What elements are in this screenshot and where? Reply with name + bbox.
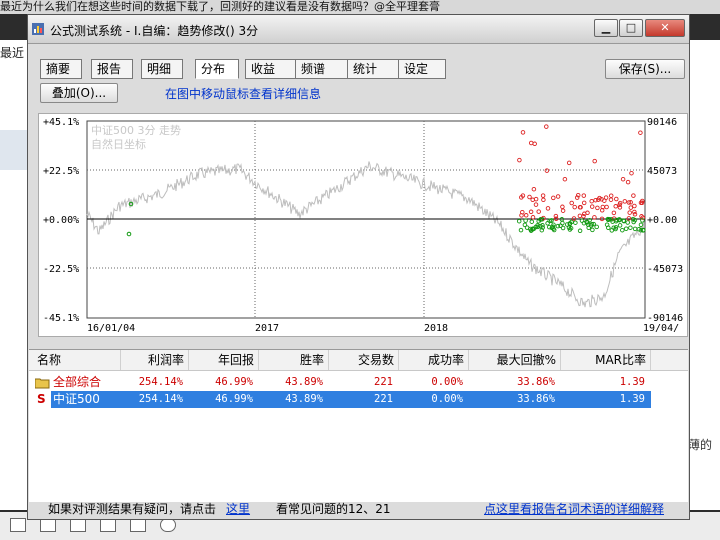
tab-returns[interactable]: 收益 [245, 59, 299, 79]
cell-max-drawdown: 33.86% [517, 376, 555, 388]
tab-distribution[interactable]: 分布 [195, 59, 239, 79]
maximize-button[interactable]: □ [619, 19, 643, 37]
distribution-chart[interactable]: 中证500 3分 走势 自然日坐标 +45.1% +22.5% +0.00% -… [38, 113, 688, 337]
chart-svg: 中证500 3分 走势 自然日坐标 +45.1% +22.5% +0.00% -… [43, 117, 683, 334]
cell-mar-ratio: 1.39 [619, 376, 645, 388]
chart-hint-text: 在图中移动鼠标查看详细信息 [165, 87, 322, 101]
y-left-tick: +0.00% [43, 215, 79, 226]
col-profit-rate[interactable]: 利润率 [121, 350, 189, 370]
window-title: 公式测试系统 - I.自编：趋势修改() 3分 [50, 24, 259, 38]
y-right-tick: 45073 [647, 166, 677, 177]
row-name: 中证500 [53, 392, 100, 406]
tab-settings[interactable]: 设定 [398, 59, 446, 79]
tab-report[interactable]: 报告 [91, 59, 133, 79]
col-max-drawdown[interactable]: 最大回撤% [469, 350, 561, 370]
cell-mar-ratio: 1.39 [619, 393, 645, 405]
col-annual-return[interactable]: 年回报 [189, 350, 259, 370]
result-table: 名称 利润率 年回报 胜率 交易数 成功率 最大回撤% MAR比率 全部综合 2… [29, 349, 688, 502]
y-left-tick: +45.1% [43, 117, 79, 128]
background-left-panel [0, 40, 30, 510]
y-right-tick: +0.00 [647, 215, 677, 226]
tab-spectrum[interactable]: 频谱 [295, 59, 349, 79]
formula-test-window: 公式测试系统 - I.自编：趋势修改() 3分 ▁ □ ✕ 摘要 报告 明细 分… [27, 14, 690, 520]
overlay-button[interactable]: 叠加(O)... [40, 83, 118, 103]
col-name[interactable]: 名称 [29, 350, 121, 370]
x-tick: 16/01/04 [87, 323, 135, 334]
cell-profit-rate: 254.14% [138, 393, 183, 405]
x-tick: 19/04/ [643, 323, 679, 334]
minimize-button[interactable]: ▁ [594, 19, 618, 37]
cell-annual-return: 46.99% [215, 393, 253, 405]
y-right-tick: -45073 [647, 264, 683, 275]
series-s-icon: S [37, 392, 46, 406]
tab-detail[interactable]: 明细 [141, 59, 183, 79]
edit-icon[interactable] [130, 518, 146, 532]
background-left-text: 最近 [0, 46, 25, 60]
y-left-tick: +22.5% [43, 166, 79, 177]
cell-trade-count: 221 [374, 393, 393, 405]
save-button[interactable]: 保存(S)... [605, 59, 685, 79]
cell-win-rate: 43.89% [285, 376, 323, 388]
tab-summary[interactable]: 摘要 [40, 59, 82, 79]
emoji-icon[interactable] [160, 518, 176, 532]
table-header: 名称 利润率 年回报 胜率 交易数 成功率 最大回撤% MAR比率 [29, 350, 688, 371]
close-button[interactable]: ✕ [645, 19, 685, 37]
legend-axis-mode: 自然日坐标 [91, 137, 146, 151]
image-icon[interactable] [40, 518, 56, 532]
col-mar-ratio[interactable]: MAR比率 [561, 350, 651, 370]
footer-faq-text: 看常见问题的12、21 [276, 502, 391, 516]
cell-success-rate: 0.00% [431, 376, 463, 388]
folder-icon [35, 378, 50, 389]
x-tick: 2017 [255, 323, 279, 334]
here-link[interactable]: 这里 [226, 501, 250, 517]
col-win-rate[interactable]: 胜率 [259, 350, 329, 370]
cell-win-rate: 43.89% [285, 393, 323, 405]
col-success-rate[interactable]: 成功率 [399, 350, 469, 370]
app-icon [32, 23, 44, 35]
row-name: 全部综合 [53, 375, 102, 389]
title-bar[interactable]: 公式测试系统 - I.自编：趋势修改() 3分 ▁ □ ✕ [28, 15, 689, 44]
chart-icon[interactable] [70, 518, 86, 532]
tab-statistics[interactable]: 统计 [347, 59, 401, 79]
cell-annual-return: 46.99% [215, 376, 253, 388]
folder-icon[interactable] [10, 518, 26, 532]
table-row[interactable]: 全部综合 254.14% 46.99% 43.89% 221 0.00% 33.… [29, 374, 688, 391]
y-left-tick: -45.1% [43, 313, 79, 324]
table-row-selected[interactable]: S 中证500 254.14% 46.99% 43.89% 221 0.00% … [29, 391, 688, 408]
background-left-bar [0, 130, 28, 170]
background-title-text: 最近为什么我们在想这些时间的数据下载了，回测好的建议看是没有数据吗？@全平理套膏 [0, 0, 720, 14]
y-left-tick: -22.5% [43, 264, 79, 275]
cell-max-drawdown: 33.86% [517, 393, 555, 405]
footer-bar: 如果对评测结果有疑问，请点击 这里 看常见问题的12、21 点这里看报告名词术语… [28, 501, 689, 519]
cell-success-rate: 0.00% [431, 393, 463, 405]
cell-profit-rate: 254.14% [138, 376, 183, 388]
background-right-text: 薄的 [688, 438, 713, 452]
cell-trade-count: 221 [374, 376, 393, 388]
legend-series: 中证500 3分 走势 [91, 124, 181, 137]
col-trade-count[interactable]: 交易数 [329, 350, 399, 370]
footer-question-text: 如果对评测结果有疑问，请点击 [48, 502, 217, 516]
x-tick: 2018 [424, 323, 448, 334]
list-icon[interactable] [100, 518, 116, 532]
glossary-link[interactable]: 点这里看报告名词术语的详细解释 [484, 501, 664, 517]
y-right-tick: 90146 [647, 117, 677, 128]
